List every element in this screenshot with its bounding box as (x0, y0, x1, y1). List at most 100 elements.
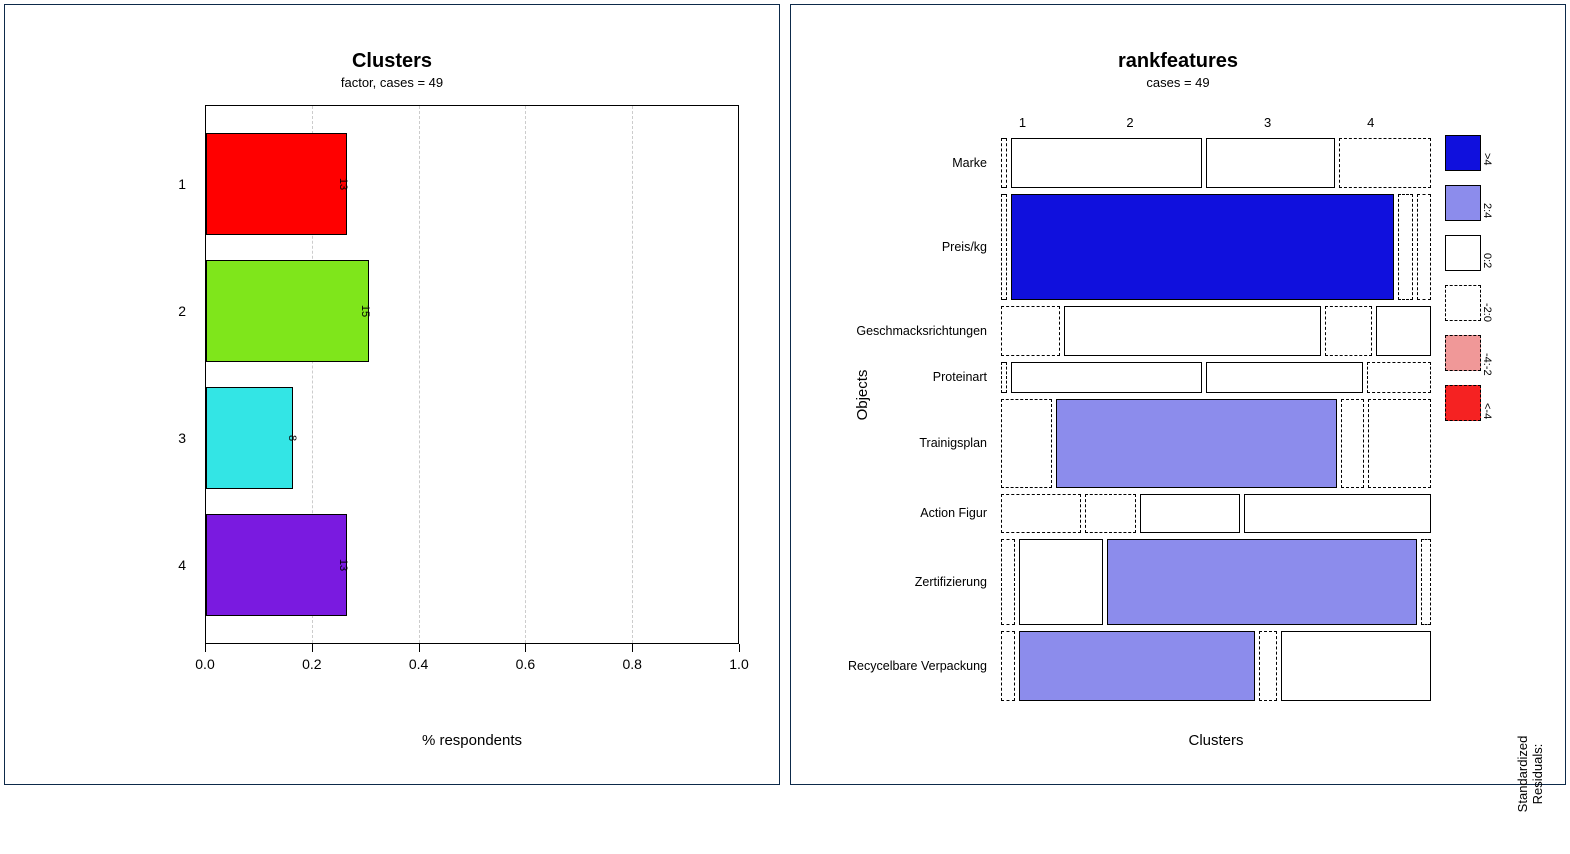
legend-item: -4:-2 (1445, 335, 1495, 371)
x-tick-mark (419, 644, 420, 652)
column-header: 1 (1019, 115, 1026, 130)
mosaic-cell (1001, 138, 1007, 188)
legend-item: <-4 (1445, 385, 1495, 421)
legend-item: 0:2 (1445, 235, 1495, 271)
mosaic-row-label: Recycelbare Verpackung (848, 659, 1001, 673)
mosaic-cell (1011, 194, 1394, 301)
legend-item: 2:4 (1445, 185, 1495, 221)
bar-row: 113 (206, 133, 738, 235)
legend-swatch (1445, 285, 1481, 321)
bars-wrap: 113 215 38 413 (206, 106, 738, 643)
x-tick-label: 0.8 (622, 656, 641, 672)
mosaic-row: Geschmacksrichtungen (1001, 303, 1431, 359)
mosaic-cell (1421, 539, 1431, 625)
legend-swatch (1445, 235, 1481, 271)
mosaic-cell (1244, 494, 1431, 533)
mosaic-row: Action Figur (1001, 491, 1431, 536)
legend-label: -2:0 (1481, 303, 1493, 322)
mosaic-cell (1056, 399, 1337, 488)
x-tick-label: 0.0 (195, 656, 214, 672)
x-tick-mark (525, 644, 526, 652)
mosaic-cell (1398, 194, 1412, 301)
right-panel: rankfeatures cases = 49 Objects Clusters… (790, 4, 1566, 785)
legend-title: StandardizedResiduals: (1515, 694, 1545, 854)
clusters-bar-chart: Clusters factor, cases = 49 11321538413 … (5, 5, 779, 784)
mosaic-row: Proteinart (1001, 359, 1431, 396)
left-panel: Clusters factor, cases = 49 11321538413 … (4, 4, 780, 785)
x-tick-label: 0.4 (409, 656, 428, 672)
mosaic-row: Trainigsplan (1001, 396, 1431, 491)
mosaic-cell (1011, 138, 1202, 188)
legend-label: 2:4 (1481, 203, 1493, 218)
mosaic-cell (1281, 631, 1431, 701)
bar-count-label: 15 (359, 305, 371, 317)
bar: 15 (206, 260, 369, 362)
x-tick-mark (312, 644, 313, 652)
bar-category-label: 3 (178, 430, 206, 446)
x-tick-mark (632, 644, 633, 652)
mosaic-cell (1011, 362, 1202, 393)
column-header: 4 (1367, 115, 1374, 130)
mosaic-body: MarkePreis/kgGeschmacksrichtungenProtein… (1001, 135, 1431, 704)
bar-row: 38 (206, 387, 738, 489)
bar-row: 413 (206, 514, 738, 616)
residuals-legend: >4 2:4 0:2 -2:0 -4:-2 <-4 (1445, 135, 1495, 421)
mosaic-cell (1085, 494, 1136, 533)
chart-title: Clusters (5, 50, 779, 73)
mosaic-row-label: Preis/kg (942, 240, 1001, 254)
legend-swatch (1445, 335, 1481, 371)
legend-label: >4 (1481, 153, 1493, 166)
mosaic-row: Marke (1001, 135, 1431, 191)
bar-row: 215 (206, 260, 738, 362)
mosaic-row: Preis/kg (1001, 191, 1431, 304)
legend-item: -2:0 (1445, 285, 1495, 321)
mosaic-cell (1259, 631, 1277, 701)
legend-label: 0:2 (1481, 253, 1493, 268)
bar-category-label: 2 (178, 303, 206, 319)
mosaic-cell (1019, 631, 1255, 701)
x-axis-label: Clusters (1001, 732, 1431, 749)
mosaic-cell (1206, 138, 1335, 188)
mosaic-cell (1341, 399, 1364, 488)
mosaic-cell (1001, 631, 1015, 701)
mosaic-row-label: Trainigsplan (919, 436, 1001, 450)
y-axis-label: Objects (854, 369, 871, 420)
mosaic-cell (1206, 362, 1364, 393)
mosaic-cell (1339, 138, 1431, 188)
mosaic-cell (1140, 494, 1240, 533)
mosaic-cell (1019, 539, 1103, 625)
legend-swatch (1445, 385, 1481, 421)
bar-plot-area: 113 215 38 413 (205, 105, 739, 644)
legend-label: -4:-2 (1481, 353, 1493, 376)
x-axis: 0.00.20.40.60.81.0 % respondents (205, 644, 739, 784)
x-tick-label: 1.0 (729, 656, 748, 672)
legend-swatch (1445, 185, 1481, 221)
x-tick-label: 0.2 (302, 656, 321, 672)
chart-subtitle: factor, cases = 49 (5, 75, 779, 90)
column-header: 3 (1264, 115, 1271, 130)
mosaic-cell (1064, 306, 1320, 356)
x-axis-label: % respondents (205, 732, 739, 749)
x-tick-label: 0.6 (516, 656, 535, 672)
mosaic-row-label: Geschmacksrichtungen (856, 324, 1001, 338)
mosaic-cell (1001, 494, 1081, 533)
bar: 13 (206, 133, 347, 235)
x-tick-mark (205, 644, 206, 652)
mosaic-cell (1368, 399, 1432, 488)
chart-title: rankfeatures (791, 50, 1565, 73)
column-header: 2 (1126, 115, 1133, 130)
mosaic-cell (1325, 306, 1372, 356)
mosaic-row-label: Proteinart (933, 370, 1001, 384)
mosaic-cell (1001, 194, 1007, 301)
mosaic-row-label: Zertifizierung (915, 575, 1001, 589)
bar-category-label: 1 (178, 176, 206, 192)
bar: 8 (206, 387, 293, 489)
mosaic-cell (1107, 539, 1417, 625)
legend-swatch (1445, 135, 1481, 171)
bar-category-label: 4 (178, 557, 206, 573)
bar-count-label: 8 (286, 435, 298, 441)
chart-subtitle: cases = 49 (791, 75, 1565, 90)
legend-item: >4 (1445, 135, 1495, 171)
mosaic-row: Zertifizierung (1001, 536, 1431, 628)
mosaic-cell (1001, 399, 1052, 488)
